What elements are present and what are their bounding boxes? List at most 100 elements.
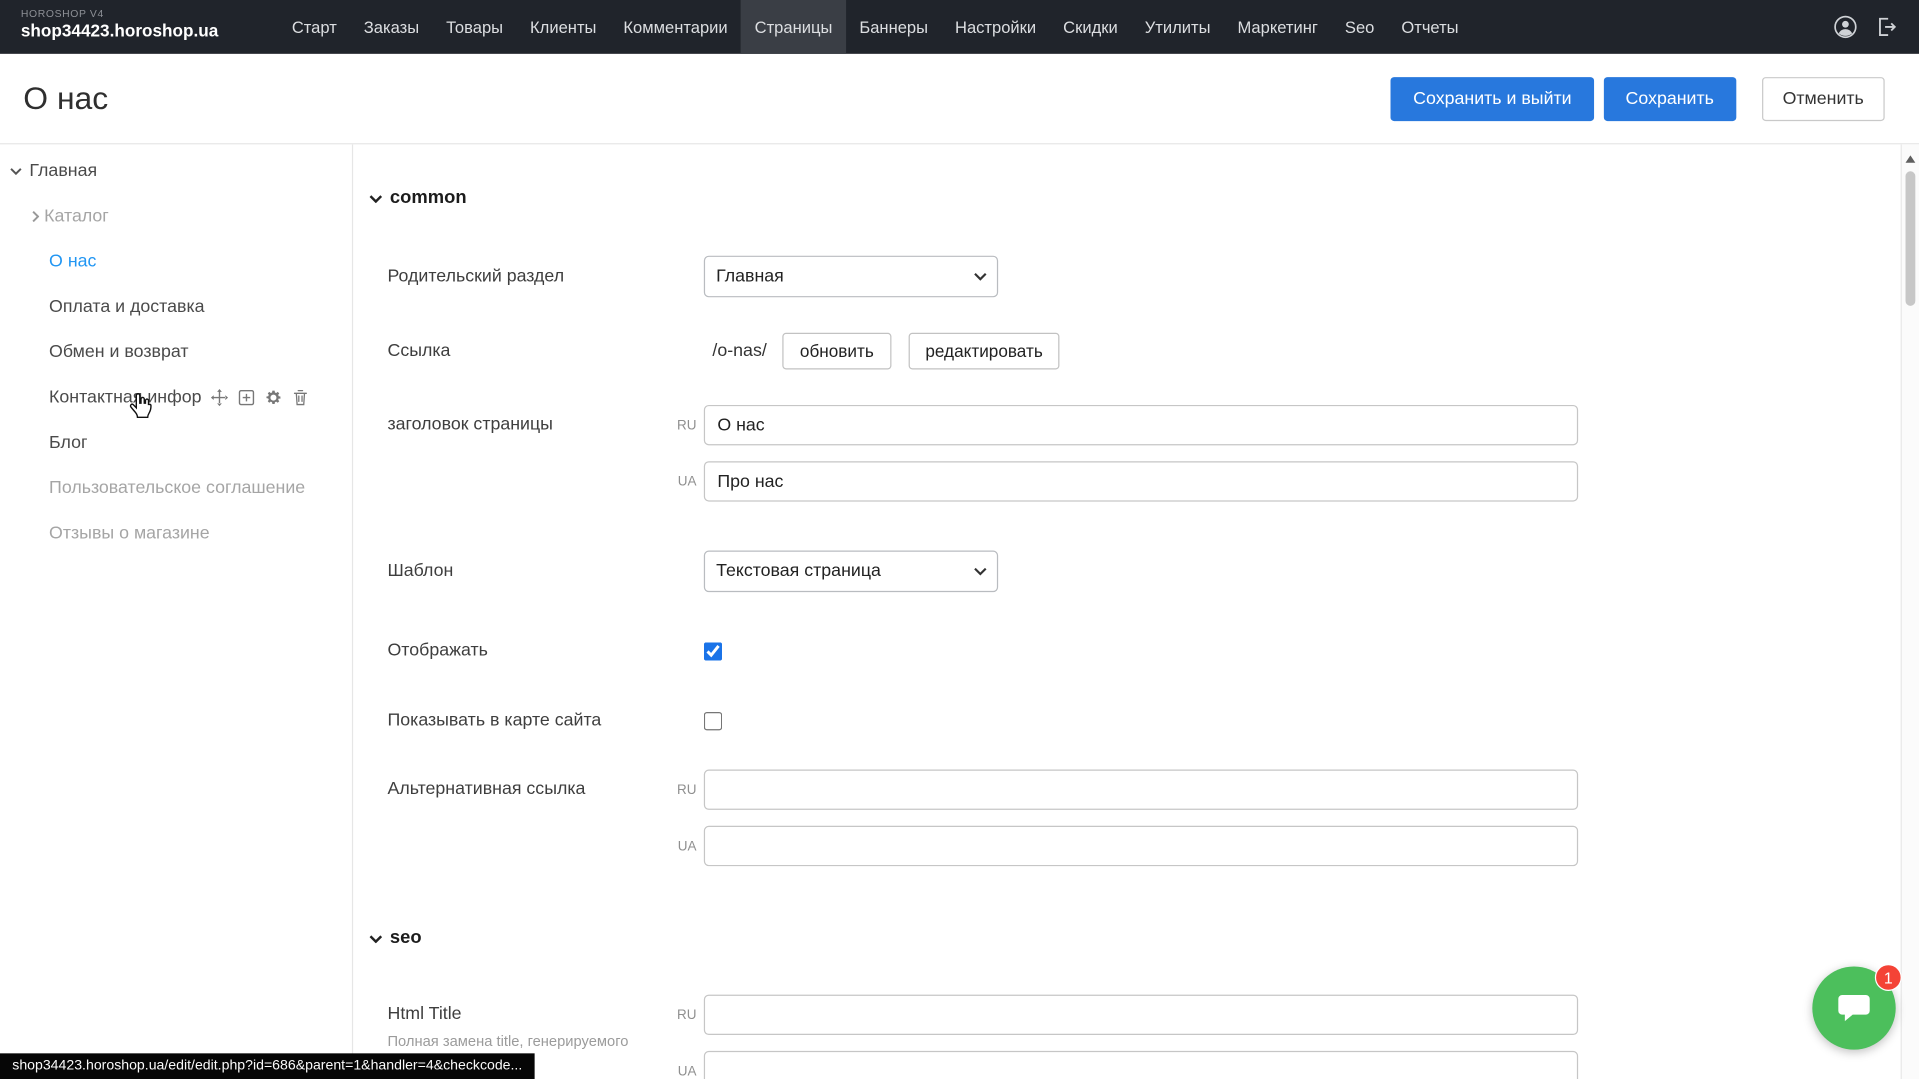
main-menu: Старт Заказы Товары Клиенты Комментарии … bbox=[278, 0, 1472, 54]
delete-trash-icon[interactable] bbox=[292, 388, 309, 405]
menu-item-pages[interactable]: Страницы bbox=[741, 0, 846, 54]
save-button[interactable]: Сохранить bbox=[1603, 76, 1736, 120]
html-title-row: Html Title Полная замена title, генериру… bbox=[387, 995, 1900, 1079]
scroll-up-icon[interactable] bbox=[1906, 150, 1916, 162]
menu-item-seo[interactable]: Seo bbox=[1331, 0, 1387, 54]
chevron-down-icon[interactable] bbox=[369, 927, 382, 948]
link-path-value: /o-nas/ bbox=[704, 341, 767, 361]
sidebar-item-label: Контактная инфор bbox=[49, 387, 201, 407]
chevron-down-icon[interactable] bbox=[369, 187, 382, 208]
sidebar-item-o-nas[interactable]: О нас bbox=[0, 239, 352, 284]
lang-line-ru: RU bbox=[704, 770, 1578, 810]
page-title-row: заголовок страницы RU UA bbox=[387, 405, 1900, 502]
brand-version-label: HOROSHOP V4 bbox=[21, 7, 279, 19]
display-row: Отображать bbox=[387, 640, 1900, 662]
sidebar-item-label: Пользовательское соглашение bbox=[49, 478, 305, 498]
sidebar-item-label: Блог bbox=[49, 432, 87, 452]
page-edit-form: common Родительский раздел Главная Ссылк… bbox=[353, 144, 1900, 1079]
logout-icon[interactable] bbox=[1875, 15, 1900, 39]
chat-bubble-icon bbox=[1834, 989, 1873, 1028]
menu-item-settings[interactable]: Настройки bbox=[942, 0, 1050, 54]
html-title-inputs: RU UA bbox=[704, 995, 1578, 1079]
sidebar-item-kontaktnaya[interactable]: Контактная инфор bbox=[0, 374, 352, 419]
field-label: Родительский раздел bbox=[387, 267, 703, 287]
sidebar-item-glavnaya[interactable]: Главная bbox=[0, 148, 352, 193]
menu-item-reports[interactable]: Отчеты bbox=[1388, 0, 1472, 54]
scrollbar-thumb[interactable] bbox=[1906, 171, 1916, 306]
sitemap-row: Показывать в карте сайта bbox=[387, 710, 1900, 732]
vertical-scrollbar[interactable] bbox=[1901, 144, 1919, 1079]
sidebar-item-blog[interactable]: Блог bbox=[0, 420, 352, 465]
topbar: HOROSHOP V4 shop34423.horoshop.ua Старт … bbox=[0, 0, 1919, 54]
section-title: seo bbox=[390, 927, 422, 948]
sidebar-item-obmen[interactable]: Обмен и возврат bbox=[0, 329, 352, 374]
move-icon[interactable] bbox=[211, 388, 228, 405]
lang-line-ru: RU bbox=[704, 995, 1578, 1035]
chevron-down-icon[interactable] bbox=[10, 167, 22, 174]
status-url-tooltip: shop34423.horoshop.ua/edit/edit.php?id=6… bbox=[0, 1053, 535, 1079]
topbar-icons bbox=[1832, 0, 1919, 54]
tree-item-actions bbox=[211, 388, 309, 405]
sidebar-item-label: Оплата и доставка bbox=[49, 297, 204, 317]
sidebar-item-label: Отзывы о магазине bbox=[49, 523, 210, 543]
page-title-ua-input[interactable] bbox=[704, 461, 1578, 501]
menu-item-discounts[interactable]: Скидки bbox=[1050, 0, 1132, 54]
field-label: Шаблон bbox=[387, 562, 703, 582]
section-seo[interactable]: seo bbox=[369, 924, 1901, 951]
sitemap-checkbox[interactable] bbox=[704, 711, 722, 729]
sidebar-item-label: Каталог bbox=[44, 206, 109, 226]
link-edit-button[interactable]: редактировать bbox=[908, 333, 1060, 370]
page-title-inputs: RU UA bbox=[704, 405, 1578, 502]
link-row: Ссылка /o-nas/ обновить редактировать bbox=[387, 333, 1900, 370]
section-title: common bbox=[390, 187, 467, 208]
template-select-wrap: Текстовая страница bbox=[704, 551, 998, 593]
sidebar-item-oplata[interactable]: Оплата и доставка bbox=[0, 284, 352, 329]
menu-item-start[interactable]: Старт bbox=[278, 0, 350, 54]
chat-widget-button[interactable]: 1 bbox=[1812, 966, 1895, 1049]
sidebar-item-soglashenie[interactable]: Пользовательское соглашение bbox=[0, 465, 352, 510]
menu-item-clients[interactable]: Клиенты bbox=[517, 0, 610, 54]
alt-link-ua-input[interactable] bbox=[704, 826, 1578, 866]
pages-tree-sidebar: Главная Каталог О нас Оплата и доставка … bbox=[0, 144, 353, 1079]
cancel-button[interactable]: Отменить bbox=[1762, 76, 1885, 120]
save-and-exit-button[interactable]: Сохранить и выйти bbox=[1391, 76, 1594, 120]
alt-link-ru-input[interactable] bbox=[704, 770, 1578, 810]
page-title: О нас bbox=[23, 80, 108, 118]
template-row: Шаблон Текстовая страница bbox=[387, 551, 1900, 593]
field-hint: Полная замена title, генерируемого bbox=[387, 1033, 703, 1050]
sidebar-item-katalog[interactable]: Каталог bbox=[0, 193, 352, 238]
lang-ru-badge: RU bbox=[671, 782, 697, 797]
menu-item-banners[interactable]: Баннеры bbox=[846, 0, 942, 54]
add-page-icon[interactable] bbox=[238, 388, 255, 405]
link-update-button[interactable]: обновить bbox=[783, 333, 891, 370]
lang-ru-badge: RU bbox=[671, 1007, 697, 1022]
lang-line-ua: UA bbox=[704, 1051, 1578, 1079]
brand-logo[interactable]: HOROSHOP V4 shop34423.horoshop.ua bbox=[0, 0, 278, 54]
chat-unread-badge: 1 bbox=[1875, 964, 1902, 991]
template-select[interactable]: Текстовая страница bbox=[704, 551, 998, 593]
sidebar-item-label: Обмен и возврат bbox=[49, 342, 188, 362]
lang-ua-badge: UA bbox=[671, 1064, 697, 1079]
menu-item-utilities[interactable]: Утилиты bbox=[1131, 0, 1224, 54]
menu-item-orders[interactable]: Заказы bbox=[350, 0, 432, 54]
menu-item-comments[interactable]: Комментарии bbox=[610, 0, 741, 54]
menu-item-marketing[interactable]: Маркетинг bbox=[1224, 0, 1331, 54]
page-title-ru-input[interactable] bbox=[704, 405, 1578, 445]
sidebar-item-label: Главная bbox=[29, 161, 97, 181]
parent-section-select[interactable]: Главная bbox=[704, 256, 998, 298]
lang-line-ru: RU bbox=[704, 405, 1578, 445]
sidebar-item-otzyvy[interactable]: Отзывы о магазине bbox=[0, 510, 352, 555]
chevron-right-icon[interactable] bbox=[32, 210, 39, 222]
html-title-ru-input[interactable] bbox=[704, 995, 1578, 1035]
html-title-ua-input[interactable] bbox=[704, 1051, 1578, 1079]
field-label: Html Title bbox=[387, 995, 703, 1024]
field-label: Отображать bbox=[387, 641, 703, 661]
settings-gear-icon[interactable] bbox=[265, 388, 282, 405]
display-checkbox[interactable] bbox=[704, 642, 722, 660]
section-common[interactable]: common bbox=[369, 184, 1901, 211]
field-label: Показывать в карте сайта bbox=[387, 711, 703, 731]
link-controls: /o-nas/ обновить редактировать bbox=[704, 333, 1060, 370]
field-label-block: Html Title Полная замена title, генериру… bbox=[387, 995, 703, 1050]
account-icon[interactable] bbox=[1832, 13, 1859, 40]
menu-item-products[interactable]: Товары bbox=[433, 0, 517, 54]
